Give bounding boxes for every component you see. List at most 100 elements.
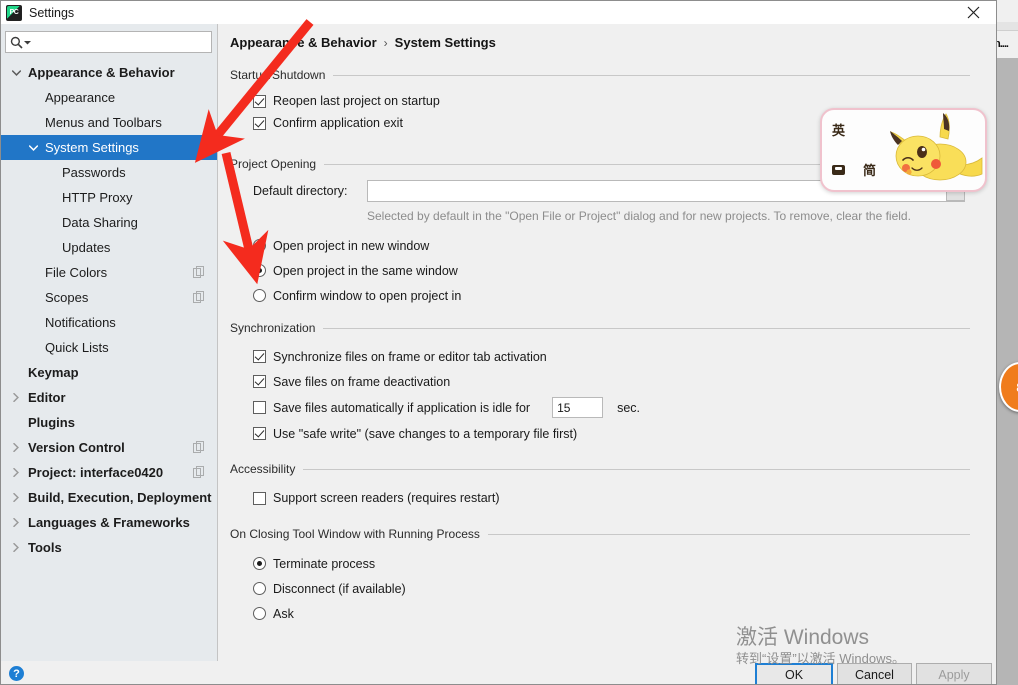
checkbox-label: Save files automatically if application … (273, 400, 531, 415)
checkbox-box[interactable] (253, 491, 266, 505)
cancel-button-label: Cancel (855, 667, 894, 682)
default-directory-hint: Selected by default in the "Open File or… (367, 209, 911, 223)
sidebar-item-keymap[interactable]: Keymap (1, 360, 217, 385)
accessibility-section: Accessibility Support screen readers (re… (230, 462, 970, 509)
checkbox-label: Synchronize files on frame or editor tab… (273, 349, 547, 364)
checkbox-box[interactable] (253, 401, 266, 414)
window-title: Settings (29, 5, 75, 20)
checkbox-box[interactable] (253, 94, 266, 108)
sidebar-item-build-execution-deployment[interactable]: Build, Execution, Deployment (1, 485, 217, 510)
chevron-right-icon[interactable] (9, 393, 23, 402)
sidebar-item-label: Appearance & Behavior (28, 65, 175, 80)
close-icon[interactable] (951, 1, 996, 24)
startup-shutdown-title: Startup/Shutdown (230, 68, 970, 82)
sidebar-item-scopes[interactable]: Scopes (1, 285, 217, 310)
chevron-down-icon[interactable] (9, 69, 23, 76)
chevron-right-icon[interactable] (9, 493, 23, 502)
copy-settings-icon[interactable] (193, 466, 205, 478)
ime-pikachu-sticker[interactable]: 英 简 (820, 108, 987, 192)
sidebar-item-label: Menus and Toolbars (45, 115, 162, 130)
sidebar-item-label: Plugins (28, 415, 75, 430)
checkbox-box[interactable] (253, 116, 266, 130)
sidebar-item-passwords[interactable]: Passwords (1, 160, 217, 185)
sidebar-item-project-interface0420[interactable]: Project: interface0420 (1, 460, 217, 485)
chevron-down-icon[interactable] (24, 40, 31, 45)
radio-confirm-window-to-open[interactable]: Confirm window to open project in (253, 283, 970, 308)
sidebar-item-data-sharing[interactable]: Data Sharing (1, 210, 217, 235)
idle-seconds-input[interactable] (552, 397, 604, 418)
radio-terminate-process[interactable]: Terminate process (253, 551, 970, 576)
chevron-right-icon[interactable] (9, 468, 23, 477)
sidebar-item-appearance-behavior[interactable]: Appearance & Behavior (1, 60, 217, 85)
radio-button[interactable] (253, 607, 266, 620)
checkbox-box[interactable] (253, 375, 266, 388)
ime-mode-indicator[interactable]: 简 (832, 160, 876, 179)
radio-disconnect-if-available[interactable]: Disconnect (if available) (253, 576, 970, 601)
help-icon-label: ? (13, 667, 20, 680)
sidebar-item-label: Notifications (45, 315, 116, 330)
breadcrumb-parent[interactable]: Appearance & Behavior (230, 35, 377, 50)
chevron-right-icon[interactable] (9, 518, 23, 527)
radio-ask[interactable]: Ask (253, 601, 970, 626)
sidebar-item-plugins[interactable]: Plugins (1, 410, 217, 435)
synchronization-section: Synchronization Synchronize files on fra… (230, 321, 970, 446)
sidebar-item-tools[interactable]: Tools (1, 535, 217, 560)
checkbox-box[interactable] (253, 427, 266, 440)
radio-label: Confirm window to open project in (273, 288, 462, 303)
startup-shutdown-label: Startup/Shutdown (230, 68, 326, 82)
radio-label: Terminate process (273, 556, 376, 571)
idle-seconds-unit: sec. (617, 400, 641, 415)
background-window-tabstrip (994, 22, 1018, 31)
chevron-right-icon[interactable] (9, 543, 23, 552)
checkbox-use-safe-write[interactable]: Use "safe write" (save changes to a temp… (253, 421, 970, 446)
copy-settings-icon[interactable] (193, 441, 205, 453)
section-rule (333, 74, 970, 76)
sidebar-item-editor[interactable]: Editor (1, 385, 217, 410)
sidebar-item-version-control[interactable]: Version Control (1, 435, 217, 460)
sidebar-item-label: Quick Lists (45, 340, 109, 355)
checkbox-save-files-on-frame-deactivation[interactable]: Save files on frame deactivation (253, 369, 970, 394)
radio-open-project-same-window[interactable]: Open project in the same window (253, 258, 970, 283)
search-box[interactable] (5, 31, 212, 53)
sidebar-item-http-proxy[interactable]: HTTP Proxy (1, 185, 217, 210)
checkbox-save-files-automatically[interactable]: Save files automatically if application … (253, 394, 970, 421)
sidebar-item-label: Data Sharing (62, 215, 138, 230)
settings-tree: Appearance & Behavior Appearance Menus and… (1, 60, 217, 560)
sidebar-item-file-colors[interactable]: File Colors (1, 260, 217, 285)
keyboard-icon (832, 164, 845, 175)
radio-open-project-new-window[interactable]: Open project in new window (253, 233, 970, 258)
radio-button[interactable] (253, 289, 266, 302)
sidebar-item-notifications[interactable]: Notifications (1, 310, 217, 335)
project-opening-label: Project Opening (230, 157, 317, 171)
copy-settings-icon[interactable] (193, 291, 205, 303)
ime-language-indicator[interactable]: 英 (832, 120, 845, 139)
sidebar-item-menus-and-toolbars[interactable]: Menus and Toolbars (1, 110, 217, 135)
sidebar-item-updates[interactable]: Updates (1, 235, 217, 260)
cancel-button[interactable]: Cancel (837, 663, 912, 684)
sidebar-item-label: Build, Execution, Deployment (28, 490, 212, 505)
sidebar-item-languages-frameworks[interactable]: Languages & Frameworks (1, 510, 217, 535)
background-window-text: n.... (994, 38, 1009, 50)
radio-button[interactable] (253, 557, 266, 570)
checkbox-synchronize-files[interactable]: Synchronize files on frame or editor tab… (253, 344, 970, 369)
help-icon[interactable]: ? (9, 666, 24, 681)
radio-button[interactable] (253, 239, 266, 252)
copy-settings-icon[interactable] (193, 266, 205, 278)
synchronization-title: Synchronization (230, 321, 970, 335)
sidebar-item-label: Languages & Frameworks (28, 515, 190, 530)
radio-button[interactable] (253, 264, 266, 277)
synchronization-label: Synchronization (230, 321, 316, 335)
sidebar-item-label: Version Control (28, 440, 125, 455)
pycharm-icon: PC (6, 4, 22, 21)
chevron-right-icon[interactable] (9, 443, 23, 452)
search-input[interactable] (33, 35, 203, 49)
checkbox-support-screen-readers[interactable]: Support screen readers (requires restart… (253, 487, 970, 509)
checkbox-label: Use "safe write" (save changes to a temp… (273, 426, 578, 441)
chevron-down-icon[interactable] (26, 144, 40, 151)
ok-button[interactable]: OK (755, 663, 833, 684)
radio-button[interactable] (253, 582, 266, 595)
checkbox-box[interactable] (253, 350, 266, 363)
sidebar-item-system-settings[interactable]: System Settings (1, 135, 217, 160)
sidebar-item-quick-lists[interactable]: Quick Lists (1, 335, 217, 360)
sidebar-item-appearance[interactable]: Appearance (1, 85, 217, 110)
